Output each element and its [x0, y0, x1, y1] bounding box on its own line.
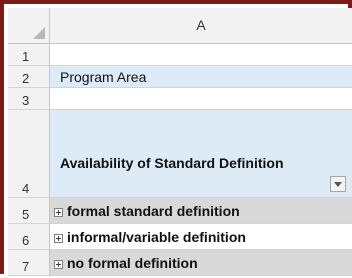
- filter-dropdown-button[interactable]: [330, 176, 346, 192]
- row-number: 1: [22, 49, 30, 64]
- spreadsheet-grid: A 1 2 Program Area 3 4 Availability of S…: [8, 8, 352, 278]
- pivot-field-header: Availability of Standard Definition: [60, 155, 284, 171]
- row-header-5[interactable]: 5: [8, 198, 50, 224]
- plus-box-icon[interactable]: [54, 208, 63, 217]
- row-number: 3: [22, 93, 30, 108]
- row-number: 6: [22, 233, 30, 248]
- cell-a2-pivot-label[interactable]: Program Area: [50, 66, 352, 88]
- row-header-6[interactable]: 6: [8, 224, 50, 250]
- row-header-1[interactable]: 1: [8, 44, 50, 66]
- window-frame: A 1 2 Program Area 3 4 Availability of S…: [0, 0, 352, 276]
- cell-a4-pivot-row-label[interactable]: Availability of Standard Definition: [50, 110, 352, 198]
- row-header-7[interactable]: 7: [8, 250, 50, 276]
- row-number: 7: [22, 259, 30, 274]
- cell-a6-pivot-item[interactable]: informal/variable definition: [50, 224, 352, 250]
- select-all-button[interactable]: [8, 8, 50, 44]
- plus-box-icon[interactable]: [54, 234, 63, 243]
- cell-a3[interactable]: [50, 88, 352, 110]
- pivot-item-label: no formal definition: [67, 255, 198, 271]
- row-number: 2: [22, 71, 30, 86]
- row-number: 4: [22, 181, 30, 196]
- pivot-item-label: formal standard definition: [67, 203, 240, 219]
- select-all-triangle-icon: [33, 27, 45, 39]
- cell-a5-pivot-item[interactable]: formal standard definition: [50, 198, 352, 224]
- cell-text: Program Area: [60, 69, 147, 85]
- column-header-a[interactable]: A: [50, 8, 352, 44]
- row-header-4[interactable]: 4: [8, 110, 50, 198]
- plus-box-icon[interactable]: [54, 260, 63, 269]
- row-header-3[interactable]: 3: [8, 88, 50, 110]
- pivot-item-label: informal/variable definition: [67, 229, 246, 245]
- row-number: 5: [22, 207, 30, 222]
- cell-a7-pivot-item[interactable]: no formal definition: [50, 250, 352, 276]
- cell-a1[interactable]: [50, 44, 352, 66]
- row-header-2[interactable]: 2: [8, 66, 50, 88]
